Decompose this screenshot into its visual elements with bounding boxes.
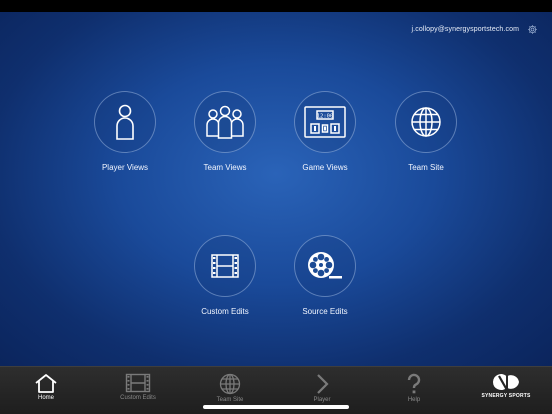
source-edits-label: Source Edits xyxy=(302,307,348,316)
home-screen: j.collopy@synergysportstech.com Player V… xyxy=(0,0,552,414)
scoreboard-icon: 12:00 xyxy=(304,106,346,138)
globe-icon xyxy=(411,107,441,137)
team-views-button[interactable] xyxy=(194,91,256,153)
chevron-right-icon xyxy=(317,374,329,394)
team-views-label: Team Views xyxy=(203,163,247,172)
team-site-label: Team Site xyxy=(408,163,444,172)
home-icon xyxy=(35,374,57,393)
player-views-button[interactable] xyxy=(94,91,156,153)
tab-player-label: Player xyxy=(313,397,331,403)
synergy-logo-icon xyxy=(493,374,519,391)
tab-team-site-label: Team Site xyxy=(216,397,244,403)
game-views-label: Game Views xyxy=(302,163,348,172)
brand-logo: SYNERGY SPORTS xyxy=(460,367,552,407)
team-icon xyxy=(206,105,244,139)
tab-home-label: Home xyxy=(37,395,54,401)
team-site-button[interactable] xyxy=(395,91,457,153)
film-strip-icon xyxy=(211,254,239,278)
game-views-tile[interactable]: 12:00 Game Views xyxy=(270,91,380,172)
question-mark-icon xyxy=(407,373,421,394)
tab-custom-edits-label: Custom Edits xyxy=(120,395,156,401)
team-site-tile[interactable]: Team Site xyxy=(371,91,481,172)
team-views-tile[interactable]: Team Views xyxy=(170,91,280,172)
brand-text: SYNERGY SPORTS xyxy=(481,393,531,399)
globe-icon xyxy=(219,373,241,395)
custom-edits-tile[interactable]: Custom Edits xyxy=(170,235,280,316)
custom-edits-button[interactable] xyxy=(194,235,256,297)
tab-custom-edits[interactable]: Custom Edits xyxy=(92,367,184,407)
status-bar xyxy=(0,0,552,12)
settings-gear-icon[interactable] xyxy=(527,24,538,35)
scoreboard-clock: 12:00 xyxy=(317,114,334,120)
tab-home[interactable]: Home xyxy=(0,367,92,407)
player-views-label: Player Views xyxy=(101,163,149,172)
custom-edits-label: Custom Edits xyxy=(201,307,249,316)
home-indicator[interactable] xyxy=(203,405,349,409)
tab-help[interactable]: Help xyxy=(368,367,460,407)
header: j.collopy@synergysportstech.com xyxy=(412,23,538,35)
source-edits-button[interactable] xyxy=(294,235,356,297)
tab-player[interactable]: Player xyxy=(276,367,368,407)
player-icon xyxy=(116,104,134,140)
tab-team-site[interactable]: Team Site xyxy=(184,367,276,407)
film-reel-icon xyxy=(308,252,342,279)
film-strip-icon xyxy=(125,373,151,393)
source-edits-tile[interactable]: Source Edits xyxy=(270,235,380,316)
game-views-button[interactable]: 12:00 xyxy=(294,91,356,153)
user-email: j.collopy@synergysportstech.com xyxy=(411,25,519,33)
player-views-tile[interactable]: Player Views xyxy=(70,91,180,172)
tab-help-label: Help xyxy=(407,397,421,403)
